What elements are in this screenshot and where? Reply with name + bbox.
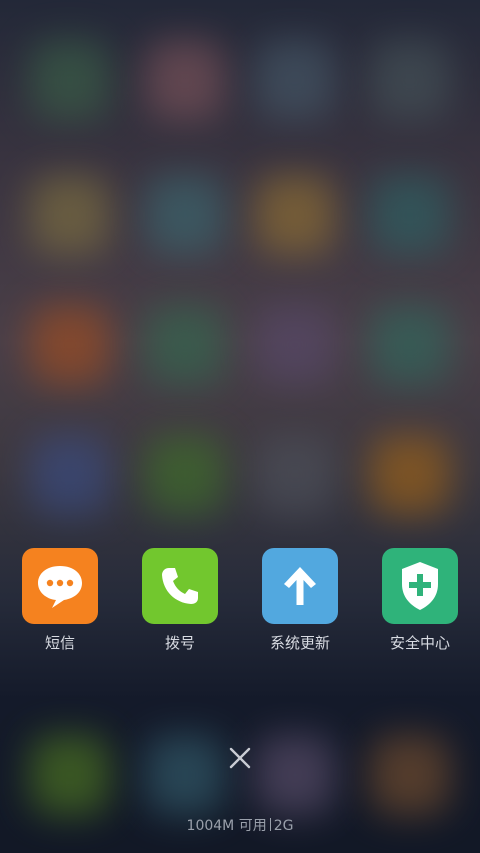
- divider: [269, 818, 271, 831]
- recent-app-messages[interactable]: 短信: [10, 548, 110, 653]
- clear-all-button[interactable]: [220, 738, 260, 778]
- message-bubble-icon: [22, 548, 98, 624]
- memory-available: 1004M 可用: [186, 818, 267, 834]
- recent-app-security-center[interactable]: 安全中心: [370, 548, 470, 653]
- close-icon: [229, 747, 251, 769]
- recent-app-label: 拨号: [164, 634, 195, 652]
- memory-status: 1004M 可用 2G: [0, 815, 480, 835]
- recent-apps-screen: 短信 拨号 系统更新 安全中心 1004M 可用 2G: [0, 0, 480, 853]
- shield-plus-icon: [382, 548, 458, 624]
- upload-arrow-icon: [262, 548, 338, 624]
- memory-total: 2G: [273, 818, 294, 834]
- recent-app-dialer[interactable]: 拨号: [130, 548, 230, 653]
- recent-app-label: 安全中心: [389, 634, 450, 652]
- recent-app-label: 系统更新: [269, 634, 330, 652]
- recent-app-label: 短信: [44, 634, 75, 652]
- phone-icon: [142, 548, 218, 624]
- recent-app-system-update[interactable]: 系统更新: [250, 548, 350, 653]
- recent-apps-row: 短信 拨号 系统更新 安全中心: [0, 548, 480, 658]
